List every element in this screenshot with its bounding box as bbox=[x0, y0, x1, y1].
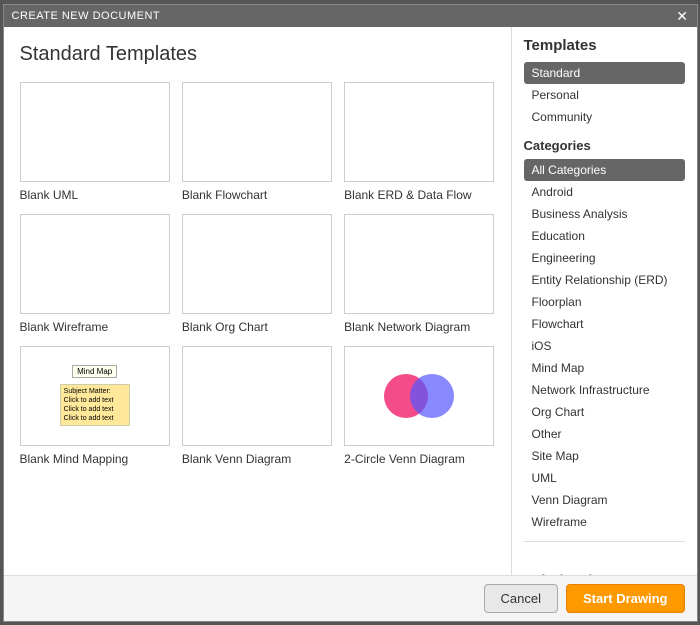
template-types-list: StandardPersonalCommunity bbox=[524, 62, 685, 128]
divider bbox=[524, 541, 685, 542]
category-item-network[interactable]: Network Infrastructure bbox=[524, 379, 685, 401]
template-thumb-blank-wireframe bbox=[20, 214, 170, 314]
template-label-blank-venn: Blank Venn Diagram bbox=[182, 452, 332, 466]
template-type-standard[interactable]: Standard bbox=[524, 62, 685, 84]
template-item-blank-uml[interactable]: Blank UML bbox=[20, 82, 170, 202]
template-grid: Blank UML Blank Flowchart Blank ERD & Data… bbox=[20, 82, 495, 466]
dialog-title: CREATE NEW DOCUMENT bbox=[12, 10, 161, 22]
template-item-blank-wireframe[interactable]: Blank Wireframe bbox=[20, 214, 170, 334]
template-thumb-blank-venn bbox=[182, 346, 332, 446]
category-item-flowchart[interactable]: Flowchart bbox=[524, 313, 685, 335]
template-item-blank-flowchart[interactable]: Blank Flowchart bbox=[182, 82, 332, 202]
template-thumb-blank-mindmap: Mind MapSubject Matter:Click to add text… bbox=[20, 346, 170, 446]
template-thumb-blank-erd bbox=[344, 82, 494, 182]
create-document-dialog: CREATE NEW DOCUMENT ✕ Standard Templates… bbox=[3, 4, 698, 622]
categories-section-title: Categories bbox=[524, 138, 685, 153]
category-item-floorplan[interactable]: Floorplan bbox=[524, 291, 685, 313]
dialog-wrapper: CREATE NEW DOCUMENT ✕ Standard Templates… bbox=[0, 0, 700, 625]
template-type-community[interactable]: Community bbox=[524, 106, 685, 128]
category-item-education[interactable]: Education bbox=[524, 225, 685, 247]
template-item-blank-erd[interactable]: Blank ERD & Data Flow bbox=[344, 82, 494, 202]
template-item-blank-network[interactable]: Blank Network Diagram bbox=[344, 214, 494, 334]
category-item-all[interactable]: All Categories bbox=[524, 159, 685, 181]
template-type-personal[interactable]: Personal bbox=[524, 84, 685, 106]
page-title: Standard Templates bbox=[20, 43, 495, 66]
dialog-footer: Cancel Start Drawing bbox=[4, 575, 697, 621]
category-item-wireframe[interactable]: Wireframe bbox=[524, 511, 685, 533]
template-label-blank-uml: Blank UML bbox=[20, 188, 170, 202]
category-item-venn[interactable]: Venn Diagram bbox=[524, 489, 685, 511]
category-item-sitemap[interactable]: Site Map bbox=[524, 445, 685, 467]
category-item-engineering[interactable]: Engineering bbox=[524, 247, 685, 269]
right-panel: Templates StandardPersonalCommunity Cate… bbox=[512, 27, 697, 575]
category-item-other[interactable]: Other bbox=[524, 423, 685, 445]
left-panel: Standard Templates Blank UML Blank Flowch… bbox=[4, 27, 512, 575]
start-drawing-button[interactable]: Start Drawing bbox=[566, 584, 685, 613]
cancel-button[interactable]: Cancel bbox=[484, 584, 558, 613]
template-item-blank-org-chart[interactable]: Blank Org Chart bbox=[182, 214, 332, 334]
close-button[interactable]: ✕ bbox=[676, 9, 688, 23]
category-item-business-analysis[interactable]: Business Analysis bbox=[524, 203, 685, 225]
category-item-uml[interactable]: UML bbox=[524, 467, 685, 489]
template-label-blank-network: Blank Network Diagram bbox=[344, 320, 494, 334]
dialog-titlebar: CREATE NEW DOCUMENT ✕ bbox=[4, 5, 697, 27]
template-item-blank-mindmap[interactable]: Mind MapSubject Matter:Click to add text… bbox=[20, 346, 170, 466]
category-item-android[interactable]: Android bbox=[524, 181, 685, 203]
category-item-ios[interactable]: iOS bbox=[524, 335, 685, 357]
template-thumb-blank-network bbox=[344, 214, 494, 314]
template-label-blank-wireframe: Blank Wireframe bbox=[20, 320, 170, 334]
template-item-two-circle-venn[interactable]: 2-Circle Venn Diagram bbox=[344, 346, 494, 466]
template-label-blank-erd: Blank ERD & Data Flow bbox=[344, 188, 494, 202]
template-label-two-circle-venn: 2-Circle Venn Diagram bbox=[344, 452, 494, 466]
template-label-blank-flowchart: Blank Flowchart bbox=[182, 188, 332, 202]
template-label-blank-mindmap: Blank Mind Mapping bbox=[20, 452, 170, 466]
template-thumb-blank-uml bbox=[20, 82, 170, 182]
template-thumb-blank-flowchart bbox=[182, 82, 332, 182]
templates-section-title: Templates bbox=[524, 37, 685, 54]
template-thumb-two-circle-venn bbox=[344, 346, 494, 446]
category-item-org-chart[interactable]: Org Chart bbox=[524, 401, 685, 423]
template-item-blank-venn[interactable]: Blank Venn Diagram bbox=[182, 346, 332, 466]
categories-list: All CategoriesAndroidBusiness AnalysisEd… bbox=[524, 159, 685, 533]
template-label-blank-org-chart: Blank Org Chart bbox=[182, 320, 332, 334]
dialog-body: Standard Templates Blank UML Blank Flowch… bbox=[4, 27, 697, 575]
default-units-section: Default Units InchesCentimeters bbox=[524, 562, 685, 575]
template-thumb-blank-org-chart bbox=[182, 214, 332, 314]
category-item-mindmap[interactable]: Mind Map bbox=[524, 357, 685, 379]
category-item-erd[interactable]: Entity Relationship (ERD) bbox=[524, 269, 685, 291]
